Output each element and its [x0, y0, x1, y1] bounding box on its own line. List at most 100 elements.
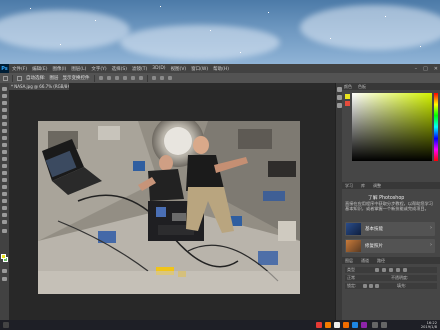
- tab-swatches[interactable]: 色板: [358, 84, 366, 90]
- filter-adjustment-icon[interactable]: [382, 268, 386, 272]
- align-right-icon[interactable]: [114, 76, 119, 80]
- tray-app-icon[interactable]: [316, 322, 322, 328]
- menu-edit[interactable]: 编辑(E): [32, 66, 47, 72]
- tab-paths[interactable]: 路径: [377, 258, 385, 264]
- layers-lock-row: 锁定: 填充:: [345, 283, 437, 289]
- distribute-icon[interactable]: [159, 76, 164, 80]
- menu-filter[interactable]: 滤镜(T): [132, 66, 147, 72]
- foreground-color-chip[interactable]: [345, 94, 350, 99]
- path-select-tool-icon[interactable]: [2, 199, 7, 203]
- crop-tool-icon[interactable]: [2, 115, 7, 119]
- out-of-gamut-warning-icon[interactable]: [345, 101, 350, 106]
- menu-window[interactable]: 窗口(W): [191, 66, 208, 72]
- menu-file[interactable]: 文件(F): [12, 66, 27, 72]
- zoom-tool-icon[interactable]: [2, 220, 7, 224]
- tray-app-icon[interactable]: [352, 322, 358, 328]
- document-tab[interactable]: * NASA.jpg @ 66.7% (RGB/8#): [9, 83, 69, 90]
- menu-help[interactable]: 帮助(H): [213, 66, 229, 72]
- pen-tool-icon[interactable]: [2, 185, 7, 189]
- lock-pixels-icon[interactable]: [363, 284, 367, 288]
- marquee-tool-icon[interactable]: [2, 94, 7, 98]
- layer-dropdown[interactable]: 图层: [50, 75, 59, 81]
- more-tools-icon[interactable]: [2, 229, 7, 233]
- lock-position-icon[interactable]: [369, 284, 373, 288]
- color-picker-field[interactable]: [352, 93, 432, 161]
- tray-app-icon[interactable]: [325, 322, 331, 328]
- distribute-icon[interactable]: [151, 76, 156, 80]
- history-brush-tool-icon[interactable]: [2, 150, 7, 154]
- start-icon[interactable]: [3, 322, 9, 328]
- show-transform-checkbox[interactable]: 显示变换控件: [63, 75, 90, 81]
- tab-layers[interactable]: 图层: [345, 258, 353, 264]
- gradient-tool-icon[interactable]: [2, 164, 7, 168]
- screen-mode-icon[interactable]: [2, 277, 7, 281]
- learn-description: 直接在应用程序中获取分步教程，以帮助您学习基本知识，或者掌握一个新技能或完成项目…: [345, 201, 433, 212]
- brush-tool-icon[interactable]: [2, 136, 7, 140]
- menu-layer[interactable]: 图层(L): [71, 66, 86, 72]
- home-icon[interactable]: [3, 75, 8, 81]
- move-tool-icon[interactable]: [17, 75, 22, 81]
- learn-card-basic-skills[interactable]: 基本技能 ›: [345, 222, 435, 236]
- minimize-icon[interactable]: –: [415, 66, 418, 72]
- dodge-tool-icon[interactable]: [2, 178, 7, 182]
- tab-adjustments[interactable]: 调整: [373, 183, 381, 189]
- learn-title: 了解 Photoshop: [368, 196, 405, 201]
- chevron-right-icon: ›: [430, 242, 432, 248]
- clock-date: 2019/1/8: [420, 325, 437, 329]
- layers-blend-row: 正常 不透明度:: [345, 275, 437, 281]
- filter-type-icon[interactable]: [389, 268, 393, 272]
- tab-channels[interactable]: 通道: [361, 258, 369, 264]
- quick-mask-icon[interactable]: [2, 269, 7, 273]
- document-tabs: * NASA.jpg @ 66.7% (RGB/8#): [9, 83, 335, 90]
- menu-image[interactable]: 图像(I): [52, 66, 66, 72]
- foreground-color-swatch[interactable]: [1, 254, 6, 259]
- lasso-tool-icon[interactable]: [2, 101, 7, 105]
- blend-mode-dropdown[interactable]: 正常: [347, 275, 355, 281]
- clone-stamp-tool-icon[interactable]: [2, 143, 7, 147]
- document-photo[interactable]: [38, 121, 300, 294]
- align-top-icon[interactable]: [122, 76, 127, 80]
- layer-filter-dropdown[interactable]: 类型: [347, 267, 355, 273]
- 3d-mode-icon[interactable]: [167, 76, 172, 80]
- align-bottom-icon[interactable]: [138, 76, 143, 80]
- maximize-icon[interactable]: □: [423, 66, 428, 72]
- hue-slider[interactable]: [434, 93, 438, 161]
- filter-smart-object-icon[interactable]: [403, 268, 407, 272]
- tray-app-icon[interactable]: [343, 322, 349, 328]
- close-icon[interactable]: ✕: [434, 66, 438, 72]
- menu-type[interactable]: 文字(Y): [91, 66, 106, 72]
- network-icon[interactable]: [381, 322, 387, 328]
- healing-brush-tool-icon[interactable]: [2, 129, 7, 133]
- desktop-wallpaper: [0, 0, 440, 64]
- learn-card-label: 基本技能: [365, 227, 383, 232]
- tab-libraries[interactable]: 库: [361, 183, 365, 189]
- lock-label: 锁定:: [347, 283, 357, 288]
- type-tool-icon[interactable]: [2, 192, 7, 196]
- menu-view[interactable]: 视图(V): [171, 66, 187, 72]
- learn-card-fix-photo[interactable]: 修复照片 ›: [345, 239, 435, 253]
- canvas-area[interactable]: [9, 90, 335, 320]
- eraser-tool-icon[interactable]: [2, 157, 7, 161]
- tray-app-icon[interactable]: [334, 322, 340, 328]
- blur-tool-icon[interactable]: [2, 171, 7, 175]
- tab-color[interactable]: 颜色: [344, 84, 352, 90]
- menu-3d[interactable]: 3D(D): [152, 66, 165, 71]
- shape-tool-icon[interactable]: [2, 206, 7, 210]
- align-middle-icon[interactable]: [130, 76, 135, 80]
- menu-select[interactable]: 选择(S): [112, 66, 127, 72]
- hand-tool-icon[interactable]: [2, 213, 7, 217]
- filter-pixel-icon[interactable]: [375, 268, 379, 272]
- move-tool-icon[interactable]: [2, 87, 7, 91]
- lock-all-icon[interactable]: [375, 284, 379, 288]
- quick-select-tool-icon[interactable]: [2, 108, 7, 112]
- filter-shape-icon[interactable]: [396, 268, 400, 272]
- tab-learn[interactable]: 学习: [345, 183, 353, 189]
- learn-panel-tabs: 学习 库 调整: [342, 182, 440, 189]
- eyedropper-tool-icon[interactable]: [2, 122, 7, 126]
- window-controls: – □ ✕: [415, 64, 438, 73]
- tray-app-icon[interactable]: [361, 322, 367, 328]
- align-left-icon[interactable]: [98, 76, 103, 80]
- volume-icon[interactable]: [372, 322, 378, 328]
- clock[interactable]: 16:22 2019/1/8: [421, 321, 437, 329]
- align-center-icon[interactable]: [106, 76, 111, 80]
